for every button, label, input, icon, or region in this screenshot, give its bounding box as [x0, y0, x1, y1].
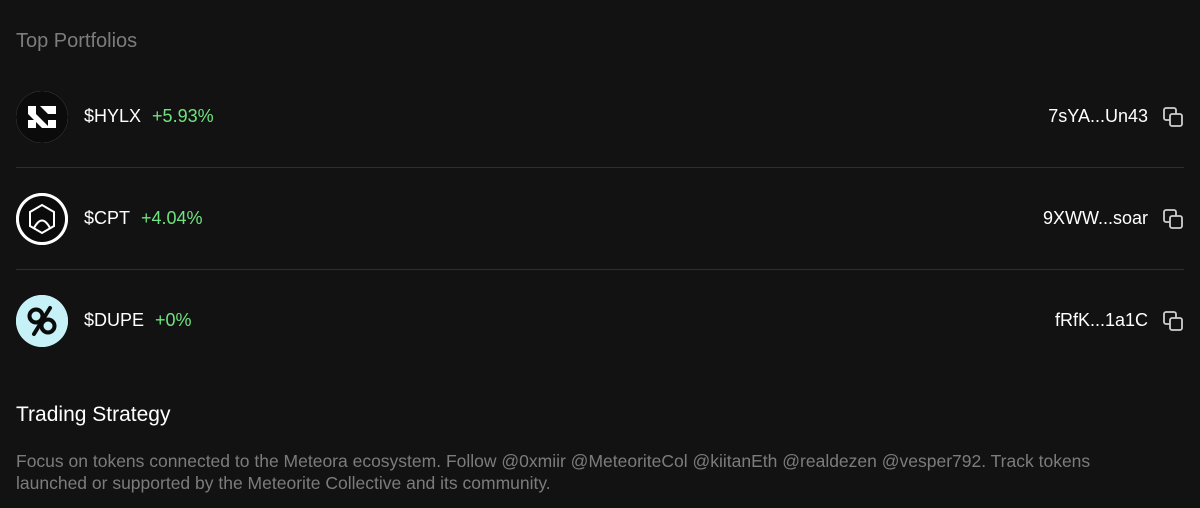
change-label: +4.04%	[141, 208, 203, 228]
wallet-address: fRfK...1a1C	[1054, 310, 1148, 330]
address-group: 7sYA...Un43	[1048, 106, 1184, 128]
portfolio-row-cpt[interactable]: $CPT +4.04% 9XWW...soar	[16, 168, 1184, 270]
change-label: +5.93%	[152, 106, 214, 126]
hylx-logo-icon	[16, 90, 68, 143]
dupe-logo-icon	[16, 294, 68, 347]
ticker-label: $HYLX	[84, 106, 142, 126]
dupe-logo	[16, 294, 68, 347]
copy-icon[interactable]	[1162, 208, 1184, 230]
portfolio-list: $HYLX +5.93% 7sYA...Un43 $CPT +4.04% 9XW…	[16, 66, 1184, 371]
portfolio-row-hylx[interactable]: $HYLX +5.93% 7sYA...Un43	[16, 66, 1184, 168]
strategy-title: Trading Strategy	[16, 403, 171, 426]
address-group: 9XWW...soar	[1043, 208, 1184, 230]
section-title: Top Portfolios	[16, 30, 138, 52]
address-group: fRfK...1a1C	[1055, 310, 1184, 332]
strategy-description: Focus on tokens connected to the Meteora…	[16, 451, 1091, 493]
cpt-logo	[16, 192, 68, 245]
ticker-label: $DUPE	[84, 310, 145, 330]
cpt-logo-icon	[16, 192, 68, 245]
ticker-label: $CPT	[84, 208, 131, 228]
copy-icon[interactable]	[1162, 106, 1184, 128]
wallet-address: 9XWW...soar	[1042, 208, 1148, 228]
copy-icon[interactable]	[1162, 310, 1184, 332]
change-label: +0%	[155, 310, 192, 330]
portfolio-row-dupe[interactable]: $DUPE +0% fRfK...1a1C	[16, 270, 1184, 371]
wallet-address: 7sYA...Un43	[1048, 106, 1148, 126]
hylx-logo	[16, 90, 68, 143]
